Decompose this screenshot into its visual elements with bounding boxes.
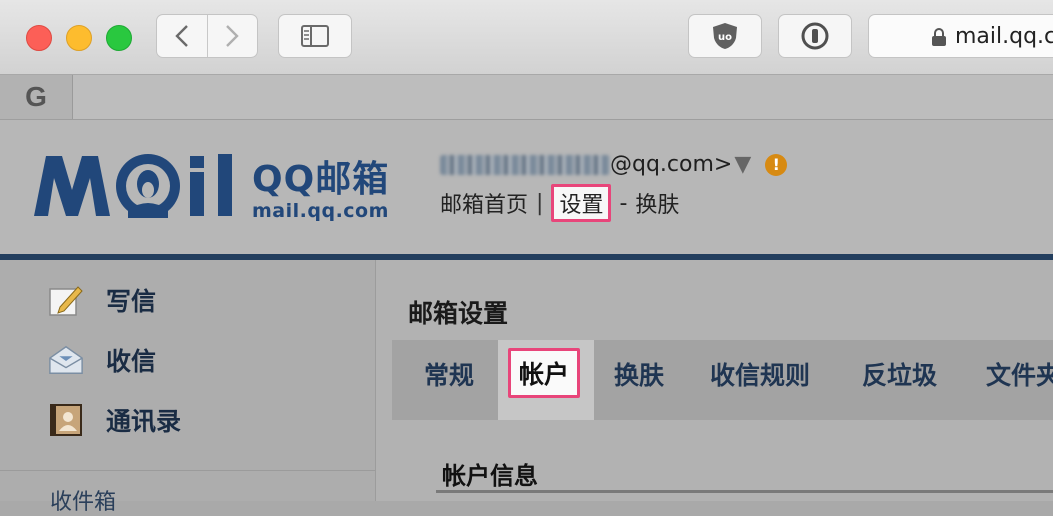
settings-link[interactable]: 设置 bbox=[551, 184, 612, 222]
receive-label: 收信 bbox=[106, 347, 157, 376]
mail-logo-icon[interactable] bbox=[32, 150, 252, 220]
left-sidebar: 写信 收信 通讯录 收件箱 bbox=[0, 260, 376, 515]
chevron-right-icon bbox=[226, 25, 239, 47]
inbox-tray-icon bbox=[48, 342, 84, 378]
link-dash: - bbox=[619, 190, 628, 216]
tab-account-container: 帐户 bbox=[498, 340, 594, 420]
compose-button[interactable]: 写信 bbox=[48, 282, 156, 318]
tab-folders[interactable]: 文件夹 bbox=[986, 356, 1053, 392]
logo-title: QQ邮箱 bbox=[252, 159, 390, 200]
mailbox-home-link[interactable]: 邮箱首页 bbox=[440, 187, 528, 219]
forward-button[interactable] bbox=[208, 15, 258, 57]
chevron-left-icon bbox=[175, 25, 188, 47]
section-divider bbox=[436, 490, 1053, 493]
tab-receive-rules[interactable]: 收信规则 bbox=[710, 356, 810, 392]
link-separator: | bbox=[536, 190, 544, 216]
redacted-account-name bbox=[440, 155, 610, 175]
navigation-buttons bbox=[156, 14, 258, 58]
lock-icon bbox=[932, 28, 946, 46]
svg-text:uo: uo bbox=[718, 32, 732, 43]
tab-account[interactable]: 帐户 bbox=[508, 348, 581, 398]
account-email-suffix: @qq.com> bbox=[610, 152, 733, 177]
sidebar-icon bbox=[301, 25, 329, 47]
inbox-folder-link[interactable]: 收件箱 bbox=[50, 484, 116, 516]
account-dropdown-icon[interactable]: ▼ bbox=[734, 152, 751, 177]
keyhole-icon bbox=[801, 22, 829, 50]
close-window-button[interactable] bbox=[26, 25, 52, 51]
tab-anti-spam[interactable]: 反垃圾 bbox=[862, 356, 937, 392]
logo-url: mail.qq.com bbox=[252, 200, 389, 222]
tab-general[interactable]: 常规 bbox=[424, 356, 474, 392]
contacts-icon bbox=[48, 402, 84, 438]
sidebar-toggle-button[interactable] bbox=[278, 14, 352, 58]
url-text: mail.qq.co bbox=[955, 23, 1053, 49]
zoom-window-button[interactable] bbox=[106, 25, 132, 51]
1password-extension-button[interactable] bbox=[778, 14, 852, 58]
back-button[interactable] bbox=[157, 15, 207, 57]
shield-icon: uo bbox=[713, 23, 737, 49]
header-links: 邮箱首页 | 设置 - 换肤 bbox=[440, 184, 679, 222]
google-tab[interactable]: G bbox=[0, 75, 73, 119]
tab-skin[interactable]: 换肤 bbox=[614, 356, 664, 392]
sidebar-divider bbox=[0, 470, 375, 471]
contacts-label: 通讯录 bbox=[106, 407, 182, 436]
mail-header: QQ邮箱 mail.qq.com @qq.com>▼! 邮箱首页 | 设置 - … bbox=[0, 120, 1053, 254]
ublock-extension-button[interactable]: uo bbox=[688, 14, 762, 58]
contacts-button[interactable]: 通讯录 bbox=[48, 402, 181, 438]
address-bar[interactable]: mail.qq.co bbox=[868, 14, 1053, 58]
mail-page: QQ邮箱 mail.qq.com @qq.com>▼! 邮箱首页 | 设置 - … bbox=[0, 120, 1053, 515]
section-title: 帐户信息 bbox=[442, 462, 538, 490]
favorites-bar: G bbox=[0, 75, 1053, 120]
compose-label: 写信 bbox=[106, 287, 157, 316]
settings-tabs: 常规 帐户 换肤 收信规则 反垃圾 文件夹 bbox=[392, 340, 1053, 420]
warning-icon[interactable]: ! bbox=[765, 154, 788, 176]
browser-toolbar: uo mail.qq.co bbox=[0, 0, 1053, 75]
minimize-window-button[interactable] bbox=[66, 25, 92, 51]
compose-icon bbox=[48, 282, 84, 318]
settings-panel: 邮箱设置 常规 帐户 换肤 收信规则 反垃圾 文件夹 帐户信息 bbox=[376, 260, 1053, 501]
account-info[interactable]: @qq.com>▼! bbox=[440, 152, 788, 177]
skin-link[interactable]: 换肤 bbox=[635, 187, 679, 219]
page-title: 邮箱设置 bbox=[408, 299, 509, 328]
receive-button[interactable]: 收信 bbox=[48, 342, 156, 378]
logo-wordmark: QQ邮箱 mail.qq.com bbox=[252, 150, 389, 222]
